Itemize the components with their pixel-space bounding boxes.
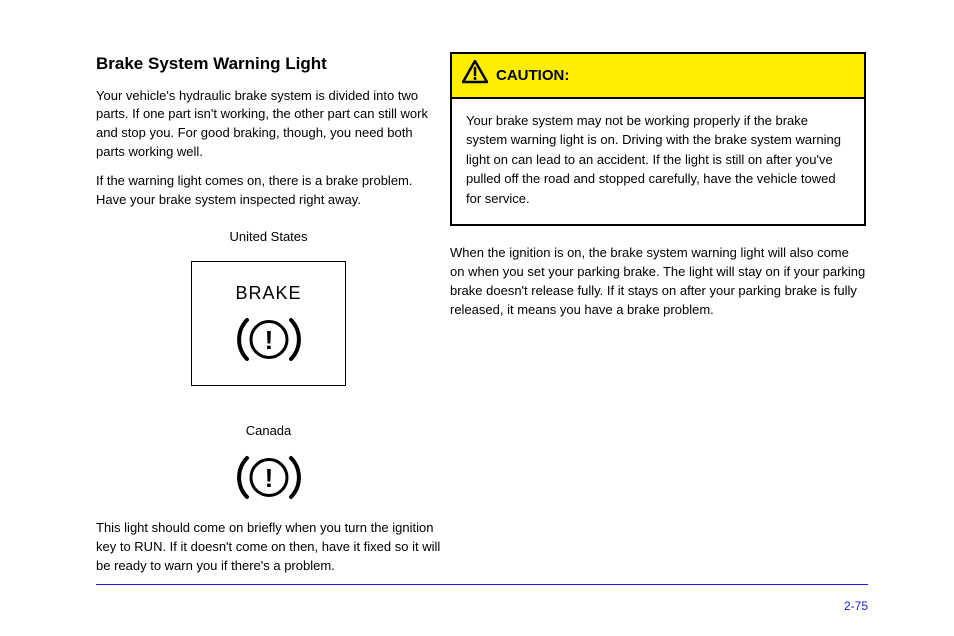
intro-paragraph: Your vehicle's hydraulic brake system is… (96, 87, 441, 162)
canada-brake-symbol: ! (96, 450, 441, 505)
brake-warning-icon: ! (224, 312, 314, 367)
canada-label: Canada (96, 422, 441, 441)
svg-text:!: ! (264, 463, 273, 493)
right-column: CAUTION: Your brake system may not be wo… (450, 52, 866, 320)
caution-header-label: CAUTION: (496, 65, 569, 87)
warning-triangle-icon (462, 60, 488, 91)
svg-text:!: ! (264, 325, 273, 355)
warning-light-paragraph: If the warning light comes on, there is … (96, 172, 441, 210)
united-states-block: United States BRAKE ! (96, 228, 441, 386)
canada-paragraph: This light should come on briefly when y… (96, 519, 441, 576)
caution-body: Your brake system may not be working pro… (452, 99, 864, 225)
caution-box: CAUTION: Your brake system may not be wo… (450, 52, 866, 226)
brake-symbol-box: BRAKE ! (191, 261, 346, 386)
brake-label: BRAKE (235, 280, 301, 306)
left-column: Brake System Warning Light Your vehicle'… (96, 52, 441, 576)
caution-header: CAUTION: (452, 54, 864, 99)
united-states-label: United States (96, 228, 441, 247)
canada-block: Canada ! This light should come on brief… (96, 422, 441, 576)
page-number: 2-75 (844, 598, 868, 615)
section-title: Brake System Warning Light (96, 52, 441, 77)
footer-rule (96, 584, 868, 585)
right-body-paragraph: When the ignition is on, the brake syste… (450, 244, 866, 319)
